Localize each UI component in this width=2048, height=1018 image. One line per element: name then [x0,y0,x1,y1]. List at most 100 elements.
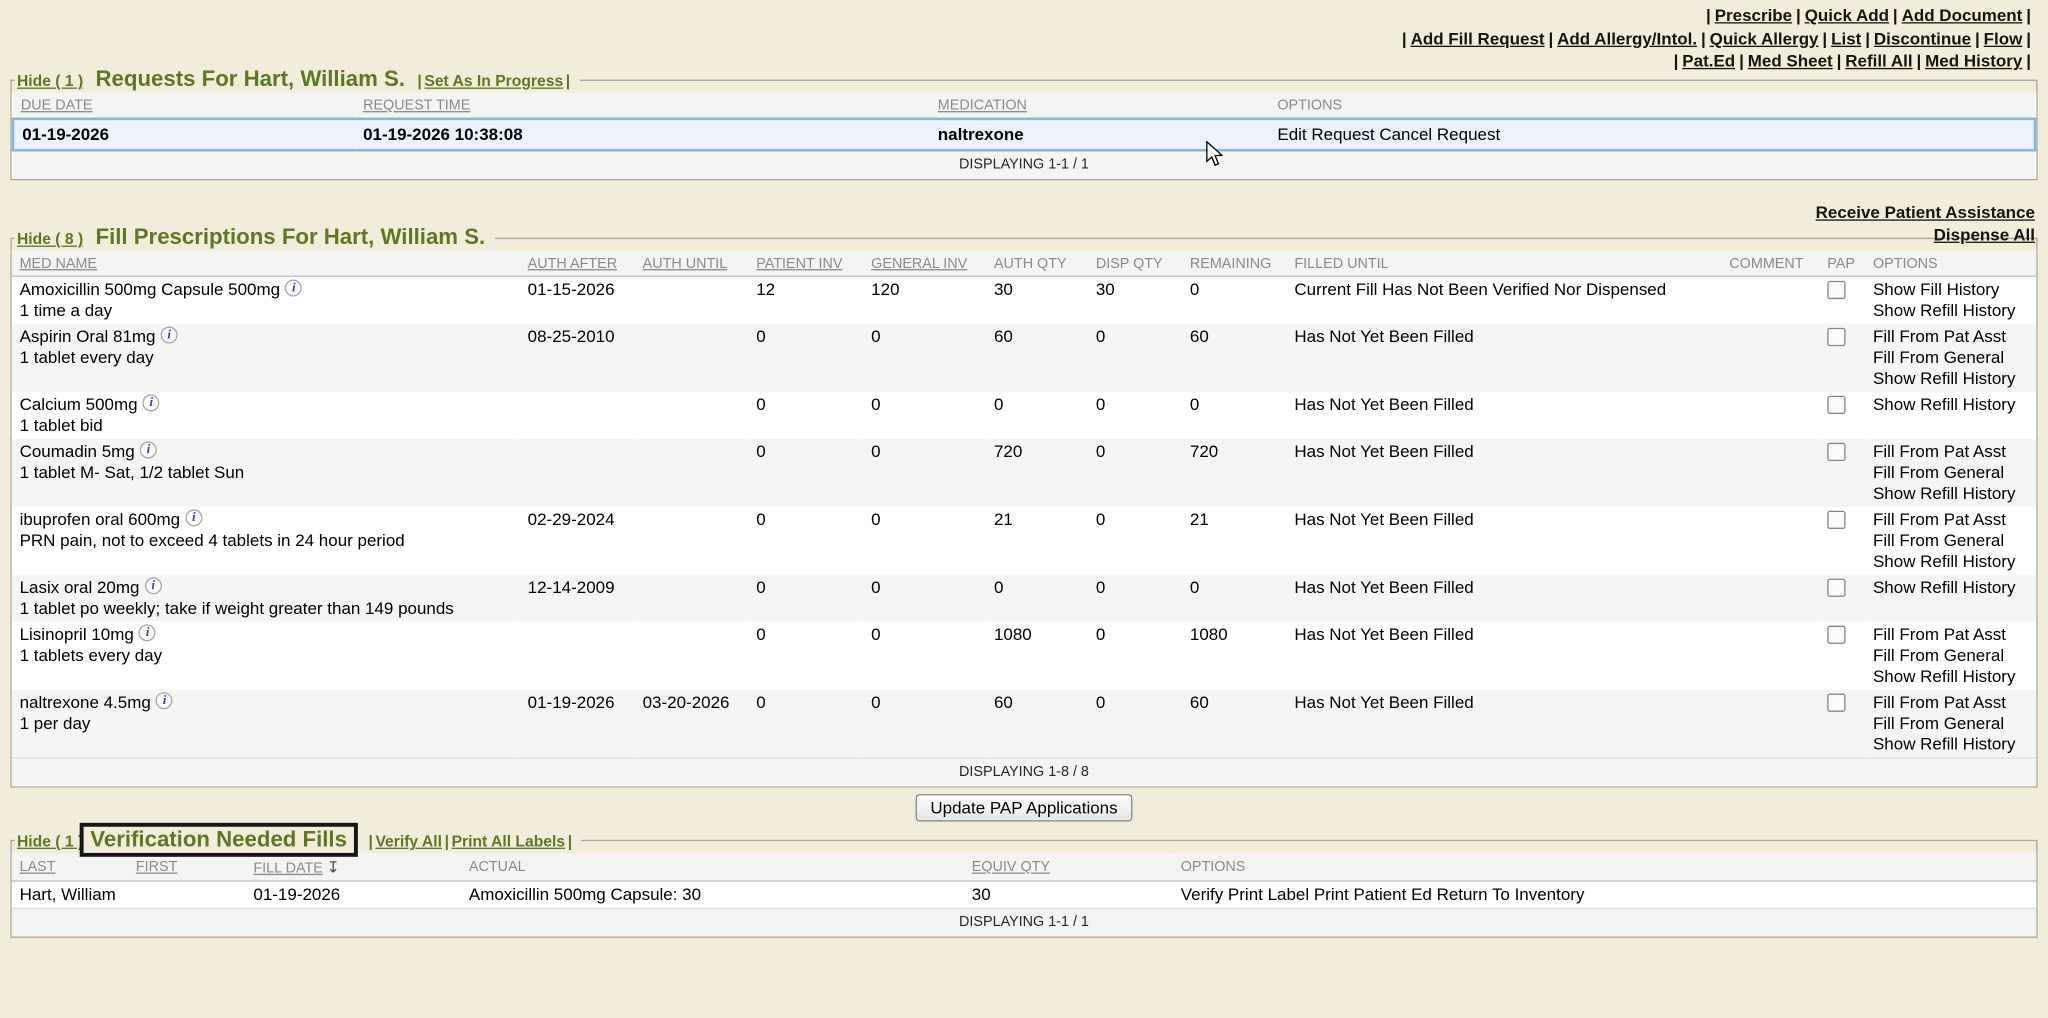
column-label[interactable]: EQUIV QTY [972,859,1050,875]
med-directions: 1 tablets every day [20,645,512,666]
column-label[interactable]: FILL DATE [253,861,322,877]
option-link-show-refill-history[interactable]: Show Refill History [1873,368,2028,389]
option-link-fill-from-pat-asst[interactable]: Fill From Pat Asst [1873,441,2028,462]
med-cell: Coumadin 5mgi1 tablet M- Sat, 1/2 tablet… [12,439,520,507]
column-header-last[interactable]: LAST [12,853,128,881]
info-icon[interactable]: i [143,394,160,411]
column-header-first[interactable]: FIRST [128,853,246,881]
option-link-fill-from-general[interactable]: Fill From General [1873,347,2028,368]
pap-checkbox[interactable] [1827,281,1845,299]
column-label: FILLED UNTIL [1294,256,1388,272]
pap-checkbox[interactable] [1827,626,1845,644]
option-link-verify[interactable]: Verify [1181,884,1223,904]
pap-checkbox[interactable] [1827,694,1845,712]
link-prescribe[interactable]: Prescribe [1715,5,1792,25]
option-link-show-refill-history[interactable]: Show Refill History [1873,394,2028,415]
link-discontinue[interactable]: Discontinue [1874,28,1971,48]
option-link-cancel-request[interactable]: Cancel Request [1379,124,1500,144]
link-med-history[interactable]: Med History [1925,51,2022,71]
option-link-show-refill-history[interactable]: Show Refill History [1873,734,2028,755]
option-link-show-refill-history[interactable]: Show Refill History [1873,666,2028,687]
option-link-fill-from-general[interactable]: Fill From General [1873,462,2028,483]
link-refill-all[interactable]: Refill All [1845,51,1912,71]
med-name: Lasix oral 20mg [20,577,140,597]
sort-descending-icon[interactable]: ↧ [327,858,340,876]
column-label[interactable]: DUE DATE [21,98,93,114]
column-header-auth-after[interactable]: AUTH AFTER [520,251,635,276]
action-link-set-as-in-progress[interactable]: Set As In Progress [424,72,563,90]
column-header-medication[interactable]: MEDICATION [930,93,1270,119]
info-icon[interactable]: i [145,577,162,594]
option-link-fill-from-general[interactable]: Fill From General [1873,645,2028,666]
option-link-show-refill-history[interactable]: Show Refill History [1873,577,2028,598]
column-label[interactable]: LAST [20,859,56,875]
column-label[interactable]: PATIENT INV [756,256,842,272]
option-link-show-refill-history[interactable]: Show Refill History [1873,483,2028,504]
link-add-document[interactable]: Add Document [1902,5,2023,25]
link-receive-patient-assistance[interactable]: Receive Patient Assistance [0,201,2035,223]
option-link-print-label[interactable]: Print Label [1228,884,1309,904]
option-link-fill-from-pat-asst[interactable]: Fill From Pat Asst [1873,692,2028,713]
info-icon[interactable]: i [285,280,302,297]
info-icon[interactable]: i [161,327,178,344]
link-add-fill-request[interactable]: Add Fill Request [1411,28,1545,48]
pap-checkbox[interactable] [1827,328,1845,346]
column-header-actual: ACTUAL [461,853,964,881]
info-icon[interactable]: i [156,692,173,709]
pap-checkbox[interactable] [1827,396,1845,414]
option-link-show-refill-history[interactable]: Show Refill History [1873,300,2028,321]
option-link-show-refill-history[interactable]: Show Refill History [1873,551,2028,572]
column-header-med-name[interactable]: MED NAME [12,251,520,276]
info-icon[interactable]: i [140,441,157,458]
column-label[interactable]: MED NAME [20,256,97,272]
hide-requests-link[interactable]: Hide ( 1 ) [17,72,83,90]
action-link-verify-all[interactable]: Verify All [375,832,442,850]
link-flow[interactable]: Flow [1984,28,2023,48]
link-med-sheet[interactable]: Med Sheet [1748,51,1833,71]
med-cell: Calcium 500mgi1 tablet bid [12,392,520,439]
option-link-print-patient-ed[interactable]: Print Patient Ed [1314,884,1432,904]
column-label[interactable]: AUTH AFTER [528,256,617,272]
auth-until-cell [635,622,749,690]
med-name: Lisinopril 10mg [20,624,134,644]
filled-until-cell: Has Not Yet Been Filled [1287,324,1722,392]
info-icon[interactable]: i [139,624,156,641]
option-link-fill-from-general[interactable]: Fill From General [1873,530,2028,551]
link-add-allergy-intol[interactable]: Add Allergy/Intol. [1557,28,1697,48]
auth-after-cell: 01-15-2026 [520,276,635,324]
column-header-equiv-qty[interactable]: EQUIV QTY [964,853,1173,881]
column-header-patient-inv[interactable]: PATIENT INV [748,251,863,276]
info-icon[interactable]: i [185,509,202,526]
patient-inv-cell: 0 [748,439,863,507]
column-header-due-date[interactable]: DUE DATE [13,93,355,119]
column-header-request-time[interactable]: REQUEST TIME [355,93,930,119]
update-pap-applications-button[interactable]: Update PAP Applications [916,794,1132,821]
column-label[interactable]: REQUEST TIME [363,98,470,114]
column-label[interactable]: FIRST [136,859,178,875]
option-link-fill-from-pat-asst[interactable]: Fill From Pat Asst [1873,624,2028,645]
link-pat-ed[interactable]: Pat.Ed [1682,51,1735,71]
table-row: naltrexone 4.5mgi1 per day01-19-202603-2… [12,690,2036,759]
column-label[interactable]: MEDICATION [938,98,1027,114]
column-label[interactable]: GENERAL INV [871,256,967,272]
column-label[interactable]: AUTH UNTIL [643,256,728,272]
column-header-auth-until[interactable]: AUTH UNTIL [635,251,749,276]
pap-checkbox[interactable] [1827,443,1845,461]
option-link-edit-request[interactable]: Edit Request [1277,124,1374,144]
column-header-general-inv[interactable]: GENERAL INV [863,251,986,276]
option-link-return-to-inventory[interactable]: Return To Inventory [1437,884,1585,904]
med-directions: 1 tablet po weekly; take if weight great… [20,598,512,619]
column-header-fill-date[interactable]: FILL DATE ↧ [246,853,462,881]
option-link-fill-from-general[interactable]: Fill From General [1873,713,2028,734]
pap-checkbox[interactable] [1827,579,1845,597]
hide-verification-link[interactable]: Hide ( 1 ) [17,832,83,850]
option-link-fill-from-pat-asst[interactable]: Fill From Pat Asst [1873,509,2028,530]
option-link-fill-from-pat-asst[interactable]: Fill From Pat Asst [1873,327,2028,348]
link-list[interactable]: List [1831,28,1861,48]
option-link-show-fill-history[interactable]: Show Fill History [1873,280,2028,301]
action-link-print-all-labels[interactable]: Print All Labels [452,832,566,850]
link-quick-allergy[interactable]: Quick Allergy [1710,28,1819,48]
pap-checkbox[interactable] [1827,511,1845,529]
link-quick-add[interactable]: Quick Add [1805,5,1889,25]
hide-fills-link[interactable]: Hide ( 8 ) [17,230,83,248]
